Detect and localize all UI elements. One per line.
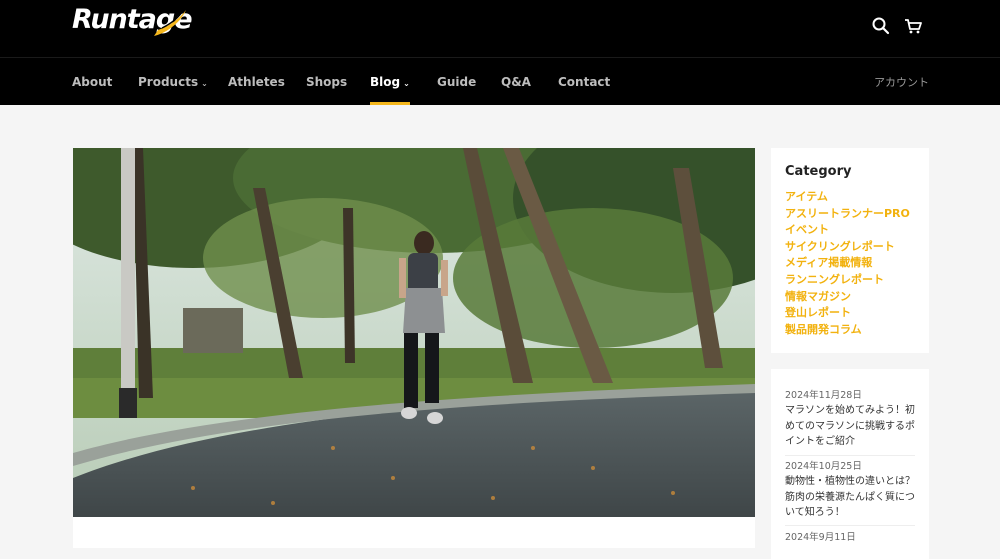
category-item[interactable]: 情報マガジン xyxy=(785,289,910,306)
nav-qa[interactable]: Q&A xyxy=(501,58,531,105)
category-item[interactable]: サイクリングレポート xyxy=(785,239,910,256)
main-nav: About Products ⌄ Athletes Shops Blog ⌄ Gui… xyxy=(0,57,1000,105)
category-item[interactable]: アイテム xyxy=(785,189,910,206)
post-title[interactable]: 動物性・植物性の違いとは？筋肉の栄養源たんぱく質について知ろう！ xyxy=(785,474,917,521)
account-link[interactable]: アカウント xyxy=(874,58,929,105)
nav-athletes-label: Athletes xyxy=(228,75,285,89)
nav-shops[interactable]: Shops xyxy=(306,58,347,105)
logo-swoosh-icon xyxy=(154,10,186,36)
category-item[interactable]: 製品開発コラム xyxy=(785,322,910,339)
post-date: 2024年11月28日 xyxy=(785,390,862,401)
article-card-body xyxy=(73,517,755,548)
chevron-down-icon: ⌄ xyxy=(201,79,208,88)
nav-blog[interactable]: Blog ⌄ xyxy=(370,58,410,105)
post-date: 2024年10月25日 xyxy=(785,461,862,472)
category-item[interactable]: 登山レポート xyxy=(785,305,910,322)
cart-icon[interactable] xyxy=(901,14,925,38)
nav-products-label: Products xyxy=(138,75,199,89)
nav-contact-label: Contact xyxy=(558,75,611,89)
nav-shops-label: Shops xyxy=(306,75,348,89)
recent-post[interactable]: 2024年11月28日 マラソンを始めてみよう！初めてのマラソンに挑戦するポイン… xyxy=(785,389,917,450)
category-item[interactable]: イベント xyxy=(785,222,910,239)
search-icon[interactable] xyxy=(869,14,893,38)
category-item[interactable]: アスリートランナーPRO xyxy=(785,206,910,223)
nav-guide-label: Guide xyxy=(437,75,477,89)
top-header: Runtage xyxy=(0,0,1000,57)
category-item[interactable]: メディア掲載情報 xyxy=(785,255,910,272)
nav-about-label: About xyxy=(72,75,113,89)
nav-about[interactable]: About xyxy=(72,58,112,105)
category-item[interactable]: ランニングレポート xyxy=(785,272,910,289)
nav-contact[interactable]: Contact xyxy=(558,58,610,105)
nav-qa-label: Q&A xyxy=(501,75,531,89)
category-title: Category xyxy=(785,164,852,179)
nav-athletes[interactable]: Athletes xyxy=(228,58,285,105)
post-title[interactable]: マラソンを始めてみよう！初めてのマラソンに挑戦するポイントをご紹介 xyxy=(785,403,917,450)
post-divider xyxy=(785,525,915,526)
post-date: 2024年9月11日 xyxy=(785,532,856,543)
chevron-down-icon: ⌄ xyxy=(403,79,410,88)
blog-hero-image[interactable] xyxy=(73,148,755,517)
post-divider xyxy=(785,455,915,456)
nav-guide[interactable]: Guide xyxy=(437,58,476,105)
nav-products[interactable]: Products ⌄ xyxy=(138,58,208,105)
recent-posts-card: 2024年11月28日 マラソンを始めてみよう！初めてのマラソンに挑戦するポイン… xyxy=(771,369,929,559)
recent-post[interactable]: 2024年9月11日 xyxy=(785,531,917,544)
category-list: アイテム アスリートランナーPRO イベント サイクリングレポート メディア掲載… xyxy=(785,189,910,338)
nav-blog-label: Blog xyxy=(370,75,401,89)
category-card: Category アイテム アスリートランナーPRO イベント サイクリングレポ… xyxy=(771,148,929,353)
hero-photo xyxy=(73,148,755,517)
recent-post[interactable]: 2024年10月25日 動物性・植物性の違いとは？筋肉の栄養源たんぱく質について… xyxy=(785,460,917,521)
